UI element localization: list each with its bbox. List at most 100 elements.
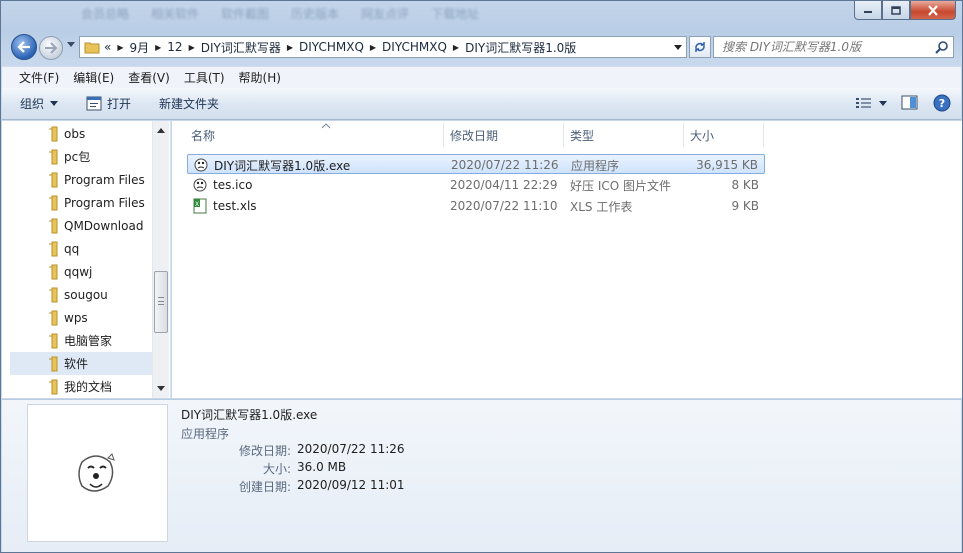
- folder-icon: [49, 218, 58, 233]
- nav-item-label: 软件: [64, 357, 89, 371]
- column-header-type[interactable]: 类型: [564, 123, 684, 147]
- menu-view[interactable]: 查看(V): [121, 69, 177, 86]
- nav-scrollbar[interactable]: [152, 121, 169, 398]
- nav-item-qq[interactable]: qq: [10, 237, 154, 260]
- scroll-down-arrow[interactable]: [157, 386, 165, 391]
- file-name: tes.ico: [213, 178, 253, 192]
- column-header-label: 名称: [191, 128, 216, 143]
- scroll-up-arrow[interactable]: [157, 128, 165, 133]
- new-folder-button[interactable]: 新建文件夹: [159, 95, 219, 112]
- breadcrumb-item[interactable]: 9月: [130, 39, 150, 56]
- address-bar[interactable]: « ▶ 9月 ▶ 12 ▶ DIY词汇默写器 ▶ DIYCHMXQ ▶ DIYC…: [79, 36, 687, 58]
- chevron-right-icon[interactable]: ▶: [189, 43, 195, 52]
- column-header-date[interactable]: 修改日期: [444, 123, 564, 147]
- view-controls: ?: [855, 94, 951, 112]
- folder-icon: [49, 126, 58, 141]
- scroll-thumb[interactable]: [154, 271, 168, 333]
- organize-label: 组织: [20, 97, 45, 111]
- chevron-right-icon[interactable]: ▶: [370, 43, 376, 52]
- column-header-label: 修改日期: [450, 128, 499, 143]
- nav-item-label: Program Files: [64, 195, 145, 210]
- search-input[interactable]: [714, 40, 929, 54]
- search-icon[interactable]: [935, 40, 949, 54]
- open-label: 打开: [107, 97, 132, 111]
- file-list: 名称 修改日期 类型 大小 DIY词汇默写器1.0版.exe 2020/07/2…: [172, 121, 962, 398]
- address-row: « ▶ 9月 ▶ 12 ▶ DIY词汇默写器 ▶ DIYCHMXQ ▶ DIYC…: [9, 33, 954, 61]
- address-dropdown[interactable]: [674, 45, 682, 50]
- column-header-label: 大小: [690, 128, 715, 143]
- chevron-right-icon[interactable]: ▶: [453, 43, 459, 52]
- nav-item-label: 电脑管家: [64, 334, 113, 348]
- nav-item-label: 我的文档: [64, 380, 113, 394]
- details-value: 36.0 MB: [297, 460, 347, 474]
- folder-icon: [49, 149, 58, 164]
- preview-pane-icon[interactable]: [901, 95, 919, 111]
- menu-help[interactable]: 帮助(H): [232, 69, 288, 86]
- file-type: 好压 ICO 图片文件: [570, 178, 671, 193]
- close-icon: [928, 4, 938, 16]
- nav-item-wps[interactable]: wps: [10, 306, 154, 329]
- nav-item-obs[interactable]: obs: [10, 122, 154, 145]
- column-header-name[interactable]: 名称: [185, 123, 444, 147]
- breadcrumb-item[interactable]: DIY词汇默写器1.0版: [465, 39, 576, 56]
- close-button[interactable]: [910, 1, 956, 20]
- file-name-cell: X test.xls: [191, 196, 257, 216]
- nav-item-sougou[interactable]: sougou: [10, 283, 154, 306]
- column-header-size[interactable]: 大小: [684, 123, 764, 147]
- background-tab: 历史版本: [291, 7, 340, 21]
- refresh-button[interactable]: [689, 36, 711, 58]
- nav-item-qmdownload[interactable]: QMDownload: [10, 214, 154, 237]
- breadcrumb-overflow[interactable]: «: [104, 40, 111, 54]
- file-name: test.xls: [213, 199, 257, 213]
- minimize-button[interactable]: [854, 1, 882, 20]
- open-button[interactable]: 打开: [86, 95, 131, 112]
- folder-icon: [84, 42, 100, 54]
- menu-edit[interactable]: 编辑(E): [66, 69, 121, 86]
- maximize-icon: [891, 5, 901, 15]
- nav-item-label: QMDownload: [64, 218, 144, 233]
- nav-item-program-files[interactable]: Program Files: [10, 168, 154, 191]
- nav-item-qqwj[interactable]: qqwj: [10, 260, 154, 283]
- file-name-cell: tes.ico: [191, 175, 252, 195]
- nav-item-program-files-2[interactable]: Program Files: [10, 191, 154, 214]
- folder-icon: [49, 287, 58, 302]
- view-details-icon[interactable]: [855, 96, 873, 110]
- background-tab: 网友点评: [361, 7, 410, 21]
- nav-item-label: obs: [64, 126, 86, 141]
- nav-item-pc-bao[interactable]: pc包: [10, 145, 154, 168]
- file-row[interactable]: DIY词汇默写器1.0版.exe 2020/07/22 11:26 应用程序 3…: [187, 154, 765, 174]
- nav-item-ruanjian[interactable]: 软件: [10, 352, 154, 375]
- breadcrumb-item[interactable]: DIYCHMXQ: [382, 40, 447, 54]
- nav-item-label: pc包: [64, 150, 91, 164]
- chevron-right-icon[interactable]: ▶: [155, 43, 161, 52]
- file-name-cell: DIY词汇默写器1.0版.exe: [192, 155, 350, 175]
- search-box: [713, 36, 954, 58]
- menu-file[interactable]: 文件(F): [12, 69, 66, 86]
- recent-pages-dropdown[interactable]: [67, 42, 75, 47]
- back-button[interactable]: [11, 34, 37, 60]
- chevron-down-icon: [50, 101, 59, 106]
- file-size: 36,915 KB: [696, 158, 758, 172]
- file-row[interactable]: tes.ico 2020/04/11 22:29 好压 ICO 图片文件 8 K…: [187, 175, 765, 195]
- file-name: DIY词汇默写器1.0版.exe: [214, 158, 351, 173]
- forward-button[interactable]: [39, 36, 63, 60]
- breadcrumb-item[interactable]: DIYCHMXQ: [299, 40, 364, 54]
- maximize-button[interactable]: [882, 1, 910, 20]
- chevron-right-icon[interactable]: ▶: [117, 43, 123, 52]
- nav-item-diannao-guanjia[interactable]: 电脑管家: [10, 329, 154, 352]
- file-row[interactable]: X test.xls 2020/07/22 11:10 XLS 工作表 9 KB: [187, 196, 765, 216]
- nav-item-label: qqwj: [64, 264, 93, 279]
- nav-item-my-documents[interactable]: 我的文档: [10, 375, 154, 398]
- breadcrumb-item[interactable]: 12: [167, 40, 182, 54]
- breadcrumb-item[interactable]: DIY词汇默写器: [201, 39, 281, 56]
- help-icon[interactable]: ?: [933, 94, 951, 112]
- window-controls: [854, 1, 956, 20]
- minimize-icon: [864, 11, 872, 13]
- menu-tools[interactable]: 工具(T): [177, 69, 232, 86]
- view-menu-arrow[interactable]: [879, 100, 887, 106]
- chevron-right-icon[interactable]: ▶: [287, 43, 293, 52]
- svg-text:?: ?: [939, 97, 945, 110]
- folder-icon: [49, 241, 58, 256]
- organize-button[interactable]: 组织: [20, 95, 59, 112]
- column-header-label: 类型: [570, 128, 595, 143]
